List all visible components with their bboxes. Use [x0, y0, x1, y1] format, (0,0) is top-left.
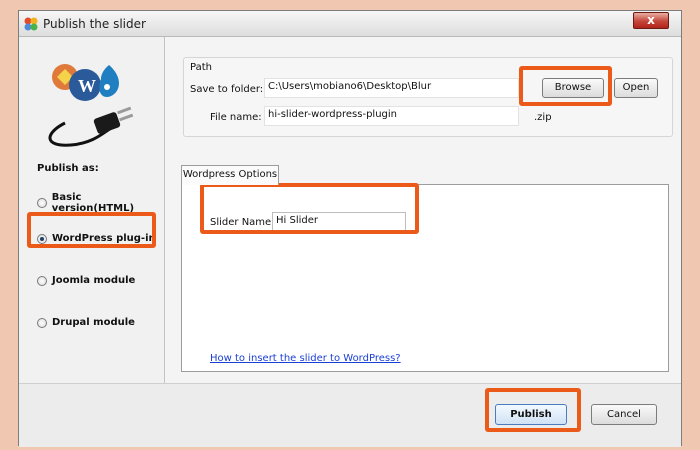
option-wordpress-plugin[interactable]: WordPress plug-in — [37, 233, 156, 244]
path-group-title: Path — [190, 62, 212, 73]
option-basic-html[interactable]: Basic version(HTML) — [37, 192, 164, 214]
radio-button[interactable] — [37, 275, 47, 286]
file-extension-label: .zip — [534, 112, 552, 123]
dialog-footer: Publish Cancel — [19, 383, 681, 447]
path-group: Path Save to folder: C:\Users\mobiano6\D… — [183, 57, 673, 137]
tab-wordpress-options[interactable]: Wordpress Options — [181, 165, 279, 185]
radio-button[interactable] — [37, 198, 47, 208]
publish-as-label: Publish as: — [37, 163, 99, 174]
cancel-button[interactable]: Cancel — [591, 404, 657, 425]
app-icon — [24, 17, 38, 31]
radio-button[interactable] — [37, 317, 47, 328]
file-name-input[interactable]: hi-slider-wordpress-plugin — [264, 106, 519, 126]
slider-name-label: Slider Name: — [210, 217, 275, 228]
settings-area: Path Save to folder: C:\Users\mobiano6\D… — [165, 37, 681, 383]
publish-type-panel: W Publish as: Basic version(HTML) WordPr… — [19, 37, 165, 383]
save-to-folder-label: Save to folder: — [190, 84, 264, 95]
option-joomla-module[interactable]: Joomla module — [37, 275, 135, 286]
option-label: Joomla module — [52, 275, 136, 286]
folder-path-input[interactable]: C:\Users\mobiano6\Desktop\Blur — [264, 78, 519, 98]
radio-button-selected[interactable] — [37, 233, 47, 244]
cms-plug-logo: W — [48, 64, 134, 147]
file-name-label: File name: — [210, 112, 262, 123]
svg-text:W: W — [78, 76, 96, 96]
window-title: Publish the slider — [43, 17, 146, 31]
publish-button[interactable]: Publish — [495, 404, 567, 425]
publish-dialog: Publish the slider x W Publish as: Basic… — [18, 10, 682, 447]
browse-button[interactable]: Browse — [542, 78, 604, 98]
option-label: WordPress plug-in — [52, 233, 156, 244]
close-button[interactable]: x — [633, 12, 669, 29]
title-bar: Publish the slider x — [19, 11, 681, 37]
close-icon: x — [647, 13, 655, 27]
option-label: Drupal module — [52, 317, 135, 328]
wordpress-options-panel: Slider Name: Hi Slider How to insert the… — [181, 184, 669, 372]
option-label: Basic version(HTML) — [51, 192, 135, 214]
help-link[interactable]: How to insert the slider to WordPress? — [210, 353, 401, 364]
slider-name-input[interactable]: Hi Slider — [272, 212, 406, 231]
open-button[interactable]: Open — [614, 78, 658, 98]
option-drupal-module[interactable]: Drupal module — [37, 317, 135, 328]
